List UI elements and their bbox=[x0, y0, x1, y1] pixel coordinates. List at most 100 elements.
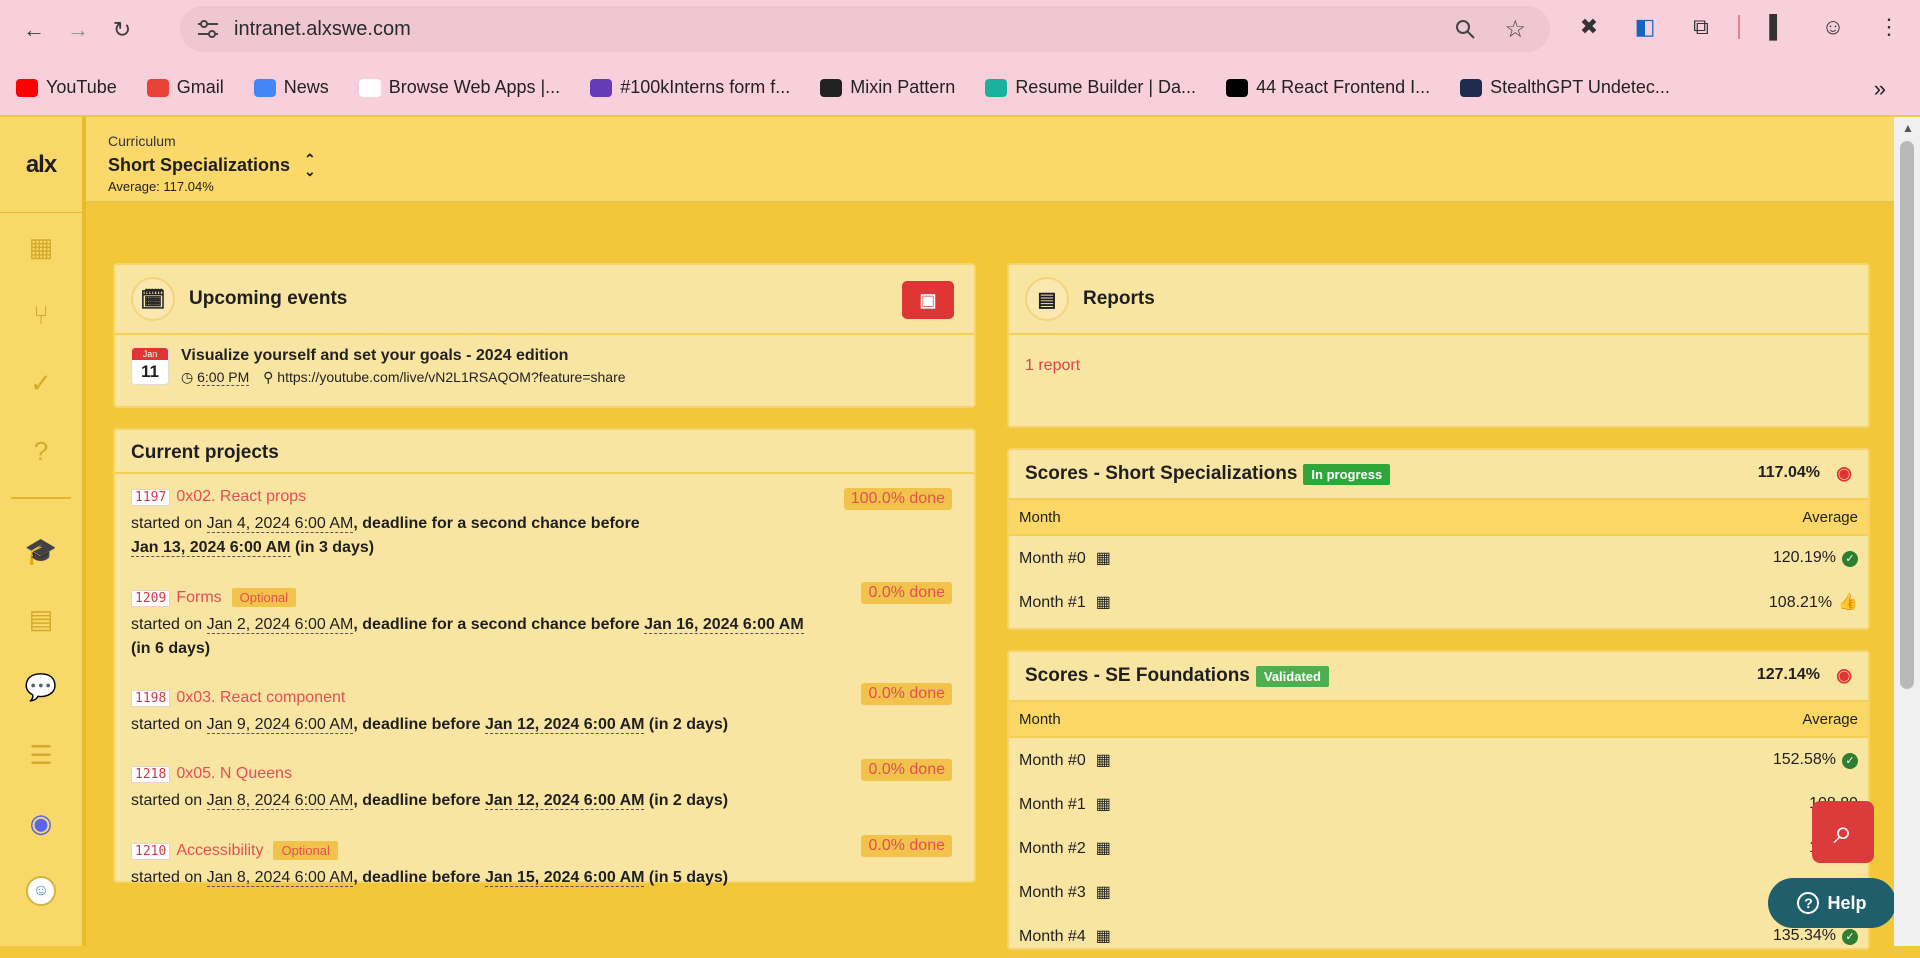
back-button[interactable]: ← bbox=[12, 8, 56, 52]
project-id: 1198 bbox=[131, 690, 171, 707]
calendar-icon[interactable]: ▦ bbox=[1096, 550, 1111, 567]
graduation-cap-icon[interactable]: 🎓 bbox=[0, 517, 84, 585]
search-button[interactable]: ⌕ bbox=[1812, 801, 1874, 863]
bookmark-label[interactable]: Mixin Pattern bbox=[850, 77, 955, 98]
bookmark-star-icon[interactable]: ☆ bbox=[1504, 15, 1526, 44]
bookmark-item[interactable]: Gmail bbox=[146, 77, 224, 98]
project-name[interactable]: 0x02. React props bbox=[176, 488, 306, 505]
project-name[interactable]: 0x03. React component bbox=[176, 689, 345, 706]
bookmarks-bar: YouTube Gmail News Browse Web Apps |... #100… bbox=[0, 60, 1920, 116]
bookmark-item[interactable]: Browse Web Apps |... bbox=[358, 77, 560, 98]
eye-icon[interactable]: ◉ bbox=[1836, 665, 1852, 686]
bookmark-label[interactable]: News bbox=[284, 77, 329, 98]
discord-icon[interactable]: ◉ bbox=[0, 789, 84, 857]
chat-icon[interactable]: 💬 bbox=[0, 653, 84, 721]
curriculum-title[interactable]: Short Specializations bbox=[108, 155, 290, 176]
event-day: 11 bbox=[141, 362, 159, 381]
month-label: Month #1 bbox=[1019, 594, 1086, 611]
bookmarks-overflow-icon[interactable]: » bbox=[1874, 76, 1886, 102]
curriculum-average: Average: 117.04% bbox=[108, 179, 1872, 194]
calendar-icon[interactable]: ▦ bbox=[1096, 796, 1111, 813]
event-title[interactable]: Visualize yourself and set your goals - … bbox=[181, 347, 626, 365]
bookmark-item[interactable]: 44 React Frontend I... bbox=[1226, 77, 1430, 98]
scores-title: Scores - Short Specializations bbox=[1025, 463, 1298, 484]
calendar-icon[interactable]: ▦ bbox=[1096, 928, 1111, 945]
month-average: 120.19% bbox=[1772, 549, 1836, 566]
reload-button[interactable]: ↻ bbox=[100, 8, 144, 52]
table-row[interactable]: Month #0 ▦ 120.19% ✓ bbox=[1009, 536, 1868, 580]
deadline-label: , deadline for a second chance before bbox=[353, 616, 645, 633]
bookmark-label[interactable]: StealthGPT Undetec... bbox=[1490, 77, 1670, 98]
event-location[interactable]: https://youtube.com/live/vN2L1RSAQOM?fea… bbox=[277, 369, 625, 385]
bookmark-label[interactable]: Resume Builder | Da... bbox=[1015, 77, 1196, 98]
bookmark-label[interactable]: YouTube bbox=[46, 77, 117, 98]
calendar-icon[interactable]: ▦ bbox=[1096, 840, 1111, 857]
calendar-icon[interactable]: ▦ bbox=[1096, 752, 1111, 769]
table-row[interactable]: Month #4 ▦ 135.34% ✓ bbox=[1009, 914, 1868, 958]
branch-icon[interactable]: ⑂ bbox=[0, 281, 84, 349]
calendar-icon[interactable]: ▦ bbox=[0, 213, 84, 281]
table-row[interactable]: Month #1 ▦ 108.21% 👍 bbox=[1009, 580, 1868, 624]
help-button[interactable]: ? Help bbox=[1768, 878, 1896, 928]
chevron-updown-icon[interactable]: ⌃ ⌄ bbox=[304, 152, 316, 178]
check-circle-icon: ✓ bbox=[1842, 752, 1858, 769]
alx-logo[interactable]: alx bbox=[0, 117, 82, 213]
calendar-icon[interactable]: ▦ bbox=[1096, 884, 1111, 901]
deadline-date: Jan 16, 2024 6:00 AM bbox=[644, 616, 804, 634]
side-panel-icon[interactable]: ▌ bbox=[1758, 8, 1796, 46]
address-bar[interactable]: intranet.alxswe.com ☆ bbox=[180, 6, 1550, 52]
table-row[interactable]: Month #3▦1 bbox=[1009, 870, 1868, 914]
scrollbar[interactable]: ▲ bbox=[1894, 117, 1920, 946]
server-icon[interactable]: ☰ bbox=[0, 721, 84, 789]
zoom-icon[interactable] bbox=[1454, 18, 1476, 46]
project-id: 1209 bbox=[131, 590, 171, 607]
bookmark-item[interactable]: #100kInterns form f... bbox=[590, 77, 790, 98]
relative-deadline: (in 6 days) bbox=[131, 640, 211, 657]
project-name[interactable]: 0x05. N Queens bbox=[176, 765, 292, 782]
site-settings-icon[interactable] bbox=[196, 18, 220, 40]
bookmark-item[interactable]: YouTube bbox=[16, 77, 117, 98]
profile-avatar[interactable]: ☺ bbox=[1814, 8, 1852, 46]
extensions-area: ✖ ◧ ⧉ ▌ ☺ ⋮ bbox=[1570, 8, 1908, 46]
event-item[interactable]: Jan 11 Visualize yourself and set your g… bbox=[115, 335, 974, 398]
project-id: 1210 bbox=[131, 843, 171, 860]
url-text[interactable]: intranet.alxswe.com bbox=[234, 18, 411, 41]
question-icon[interactable]: ? bbox=[0, 417, 84, 485]
help-icon: ? bbox=[1797, 892, 1820, 914]
table-row[interactable]: Month #2▦108.46 bbox=[1009, 826, 1868, 870]
check-icon[interactable]: ✓ bbox=[0, 349, 84, 417]
scroll-up-icon[interactable]: ▲ bbox=[1902, 121, 1914, 135]
project-dates: started on Jan 8, 2024 6:00 AM, deadline… bbox=[131, 789, 958, 813]
curriculum-selector[interactable]: Short Specializations ⌃ ⌄ bbox=[108, 152, 1872, 178]
bookmark-item[interactable]: Mixin Pattern bbox=[820, 77, 955, 98]
bookmark-label[interactable]: Gmail bbox=[177, 77, 224, 98]
table-row[interactable]: Month #1▦108.89 bbox=[1009, 782, 1868, 826]
month-label: Month #0 bbox=[1019, 752, 1086, 769]
bookmark-label[interactable]: 44 React Frontend I... bbox=[1256, 77, 1430, 98]
kebab-menu-icon[interactable]: ⋮ bbox=[1870, 8, 1908, 46]
sidebar-nav: ▦ ⑂ ✓ ? 🎓 ▤ 💬 ☰ ◉ ☺ bbox=[0, 213, 82, 925]
news-icon bbox=[253, 78, 276, 97]
bookmark-label[interactable]: Browse Web Apps |... bbox=[389, 77, 560, 98]
user-avatar[interactable]: ☺ bbox=[0, 857, 84, 925]
forward-button[interactable]: → bbox=[56, 8, 100, 52]
calendar-button[interactable]: ▣ bbox=[902, 281, 954, 319]
col-average: Average bbox=[1802, 710, 1858, 728]
document-icon[interactable]: ▤ bbox=[0, 585, 84, 653]
avatar[interactable]: ☺ bbox=[26, 876, 56, 906]
project-name[interactable]: Forms bbox=[176, 589, 221, 606]
bookmark-label[interactable]: #100kInterns form f... bbox=[620, 77, 790, 98]
project-name[interactable]: Accessibility bbox=[176, 842, 263, 859]
month-label: Month #2 bbox=[1019, 840, 1086, 857]
eye-icon[interactable]: ◉ bbox=[1836, 463, 1852, 484]
extension-icon-x[interactable]: ✖ bbox=[1570, 8, 1608, 46]
bookmark-item[interactable]: News bbox=[253, 77, 329, 98]
bookmark-item[interactable]: Resume Builder | Da... bbox=[985, 77, 1196, 98]
extension-icon-k[interactable]: ◧ bbox=[1626, 8, 1664, 46]
calendar-icon[interactable]: ▦ bbox=[1096, 594, 1111, 611]
bookmark-item[interactable]: StealthGPT Undetec... bbox=[1460, 77, 1670, 98]
scrollbar-thumb[interactable] bbox=[1900, 141, 1914, 689]
table-row[interactable]: Month #0 ▦ 152.58% ✓ bbox=[1009, 738, 1868, 782]
puzzle-icon[interactable]: ⧉ bbox=[1682, 8, 1720, 46]
reports-link[interactable]: 1 report bbox=[1009, 335, 1868, 397]
